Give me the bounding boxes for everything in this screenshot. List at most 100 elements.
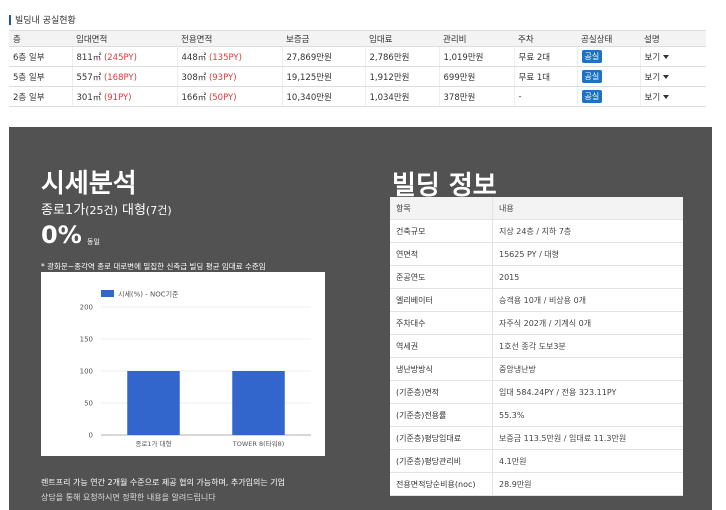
cell-fee: 699만원 <box>438 66 514 87</box>
market-percent: 0% <box>41 221 82 249</box>
net-area-py: (50PY) <box>208 92 237 103</box>
info-key: 전용면적당순비용(noc) <box>390 472 493 496</box>
cell-parking: - <box>513 86 577 107</box>
cell-rent-area: 811㎡ (245PY) <box>71 46 177 67</box>
info-value: 28.9만원 <box>492 472 683 496</box>
status-badge: 공실 <box>581 70 603 83</box>
info-row: 전용면적당순비용(noc) 28.9만원 <box>390 472 683 496</box>
market-note: * 광화문~종각역 종로 대로변에 밀집한 신축급 빌딩 평균 임대료 수준임 <box>41 262 266 271</box>
subtitle-size: 대형 <box>117 203 146 218</box>
info-header-value: 내용 <box>492 197 683 220</box>
col-net-area: 전용면적 <box>177 30 282 47</box>
legend-label: 시세(%) - NOC기준 <box>118 290 179 299</box>
x-tick-label: TOWER 8(타워8) <box>232 439 285 448</box>
bar-chart-svg: 시세(%) - NOC기준 0 50 100 150 200 종로1가 대형 TOWER 8(… <box>80 290 311 448</box>
info-key: 엘리베이터 <box>390 288 493 312</box>
info-key: (기준층)평당임대료 <box>390 426 493 450</box>
cell-desc[interactable]: 보기 <box>639 46 706 67</box>
cell-fee: 378만원 <box>438 86 514 107</box>
info-key: (기준층)전용률 <box>390 403 493 427</box>
info-value: 2015 <box>492 265 683 289</box>
rent-area-py: (91PY) <box>103 92 132 103</box>
col-fee: 관리비 <box>439 30 514 47</box>
rent-area-value: 811㎡ <box>76 52 102 63</box>
net-area-value: 308㎡ <box>181 72 207 83</box>
rent-area-value: 557㎡ <box>76 72 102 83</box>
view-dropdown-label[interactable]: 보기 <box>645 53 661 63</box>
info-row: (기준층)평당임대료 보증금 113.5만원 / 임대료 11.3만원 <box>390 426 683 450</box>
col-deposit: 보증금 <box>282 30 365 47</box>
vacancy-title-text: 빌딩내 공실현황 <box>15 16 76 26</box>
info-key: 역세권 <box>390 334 493 358</box>
net-area-value: 448㎡ <box>181 52 207 63</box>
info-value: 4.1만원 <box>492 449 683 473</box>
bar <box>127 371 180 435</box>
table-row: 6층 일부 811㎡ (245PY) 448㎡ (135PY) 27,869만원… <box>9 46 706 67</box>
market-percent-label: 동일 <box>87 238 100 246</box>
market-chart: 시세(%) - NOC기준 0 50 100 150 200 종로1가 대형 TOWER 8(… <box>41 272 325 456</box>
vacancy-table-header: 층 임대면적 전용면적 보증금 임대료 관리비 주차 공실상태 설명 <box>9 30 706 47</box>
info-row: 냉난방방식 중앙냉난방 <box>390 357 683 381</box>
info-key: (기준층)면적 <box>390 380 493 404</box>
market-footer-line2: 상담을 통해 요청하시면 정확한 내용을 알려드립니다 <box>41 493 216 502</box>
info-key: 냉난방방식 <box>390 357 493 381</box>
status-badge: 공실 <box>581 90 603 103</box>
cell-status: 공실 <box>576 46 640 67</box>
bar <box>232 371 285 435</box>
info-key: 건축규모 <box>390 219 493 243</box>
vacancy-section-title: 빌딩내 공실현황 <box>9 13 76 26</box>
cell-desc[interactable]: 보기 <box>639 66 706 87</box>
info-row: 준공연도 2015 <box>390 265 683 289</box>
x-tick-label: 종로1가 대형 <box>135 439 171 448</box>
view-dropdown-label[interactable]: 보기 <box>645 93 661 103</box>
col-floor: 층 <box>9 30 72 47</box>
info-row: (기준층)평당관리비 4.1만원 <box>390 449 683 473</box>
col-rent-area: 임대면적 <box>72 30 177 47</box>
view-dropdown-label[interactable]: 보기 <box>645 73 661 83</box>
subtitle-count-size: (7건) <box>145 204 172 217</box>
market-footer-line1: 렌트프리 가능 연간 2개월 수준으로 제공 협의 가능하며, 추가입의는 기업 <box>41 478 285 487</box>
caret-down-icon[interactable] <box>663 95 670 99</box>
cell-floor: 2층 일부 <box>9 86 72 107</box>
cell-floor: 5층 일부 <box>9 66 72 87</box>
y-tick-label: 150 <box>80 336 93 344</box>
col-status: 공실상태 <box>577 30 640 47</box>
y-tick-label: 100 <box>80 368 93 376</box>
cell-parking: 무료 1대 <box>513 66 577 87</box>
cell-desc[interactable]: 보기 <box>639 86 706 107</box>
table-row: 2층 일부 301㎡ (91PY) 166㎡ (50PY) 10,340만원 1… <box>9 86 706 107</box>
status-badge: 공실 <box>581 50 603 63</box>
caret-down-icon[interactable] <box>663 55 670 59</box>
net-area-value: 166㎡ <box>181 92 207 103</box>
cell-parking: 무료 2대 <box>513 46 577 67</box>
info-key: 준공연도 <box>390 265 493 289</box>
net-area-py: (135PY) <box>208 52 242 63</box>
info-value: 1호선 종각 도보3분 <box>492 334 683 358</box>
analysis-panel: 시세분석 종로1가(25건) 대형(7건) 0% 동일 * 광화문~종각역 종로… <box>9 127 712 510</box>
title-accent-bar <box>9 14 11 25</box>
info-value: 임대 584.24PY / 전용 323.11PY <box>492 380 683 404</box>
cell-net-area: 166㎡ (50PY) <box>176 86 282 107</box>
rent-area-py: (245PY) <box>103 52 137 63</box>
net-area-py: (93PY) <box>208 72 237 83</box>
col-desc: 설명 <box>640 30 706 47</box>
info-value: 지상 24층 / 지하 7층 <box>492 219 683 243</box>
subtitle-area: 종로1가 <box>41 203 86 218</box>
cell-net-area: 308㎡ (93PY) <box>176 66 282 87</box>
cell-rent-area: 301㎡ (91PY) <box>71 86 177 107</box>
cell-floor: 6층 일부 <box>9 46 72 67</box>
cell-status: 공실 <box>576 66 640 87</box>
cell-deposit: 10,340만원 <box>281 86 365 107</box>
building-info-table: 항목 내용 건축규모 지상 24층 / 지하 7층 연면적 15625 PY / 대형… <box>390 197 683 496</box>
cell-rent: 1,912만원 <box>364 66 439 87</box>
cell-fee: 1,019만원 <box>438 46 514 67</box>
info-key: (기준층)평당관리비 <box>390 449 493 473</box>
info-value: 보증금 113.5만원 / 임대료 11.3만원 <box>492 426 683 450</box>
vacancy-table: 층 임대면적 전용면적 보증금 임대료 관리비 주차 공실상태 설명 6층 일부… <box>9 30 706 107</box>
info-row: (기준층)전용률 55.3% <box>390 403 683 427</box>
caret-down-icon[interactable] <box>663 75 670 79</box>
table-row: 5층 일부 557㎡ (168PY) 308㎡ (93PY) 19,125만원 … <box>9 66 706 87</box>
info-header-key: 항목 <box>390 197 493 220</box>
y-tick-label: 50 <box>84 400 93 408</box>
legend-swatch <box>101 290 114 297</box>
